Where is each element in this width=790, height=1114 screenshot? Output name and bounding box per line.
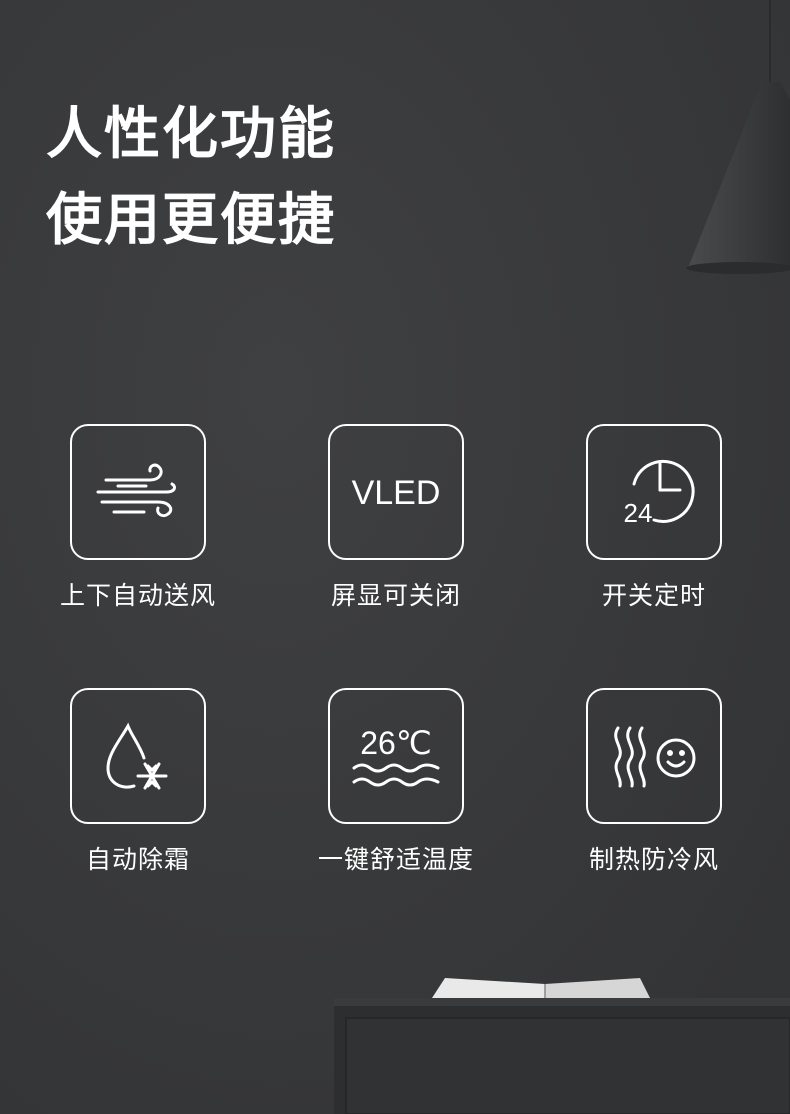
feature-label: 制热防冷风 [588,845,719,874]
feature-label: 一键舒适温度 [317,845,474,874]
wind-icon [96,463,176,518]
feature-auto-swing: 上下自动送风 [18,424,258,612]
cabinet [334,998,790,1114]
timer-text: 24 [624,498,653,528]
feature-icon-box [70,688,206,824]
feature-label: 开关定时 [601,581,706,610]
heat-smile-icon [614,726,696,788]
feature-heating-anti-cold-air: 制热防冷风 [534,688,774,876]
headline-line-1: 人性化功能 [46,102,336,167]
feature-display-off: VLED 屏显可关闭 [276,424,516,612]
temperature-text: 26℃ [360,725,432,761]
vled-display-icon: VLED [352,474,441,512]
feature-icon-box: 24 [586,424,722,560]
feature-comfort-temperature: 26℃ 一键舒适温度 [276,688,516,876]
feature-icon-box: 26℃ [328,688,464,824]
feature-on-off-timer: 24 开关定时 [534,424,774,612]
feature-icon-box: VLED [328,424,464,560]
feature-label: 屏显可关闭 [330,581,461,610]
drop-snowflake-icon [106,722,168,790]
comfort-temperature-icon: 26℃ [352,725,440,787]
feature-icon-box [70,424,206,560]
feature-label: 自动除霜 [85,845,190,874]
feature-icon-box [586,688,722,824]
headline-line-2: 使用更便捷 [46,188,336,253]
feature-auto-defrost: 自动除霜 [18,688,258,876]
headline: 人性化功能 使用更便捷 [46,92,336,264]
timer-24h-icon: 24 [624,459,695,528]
feature-label: 上下自动送风 [59,581,216,610]
vled-text: VLED [352,474,441,512]
